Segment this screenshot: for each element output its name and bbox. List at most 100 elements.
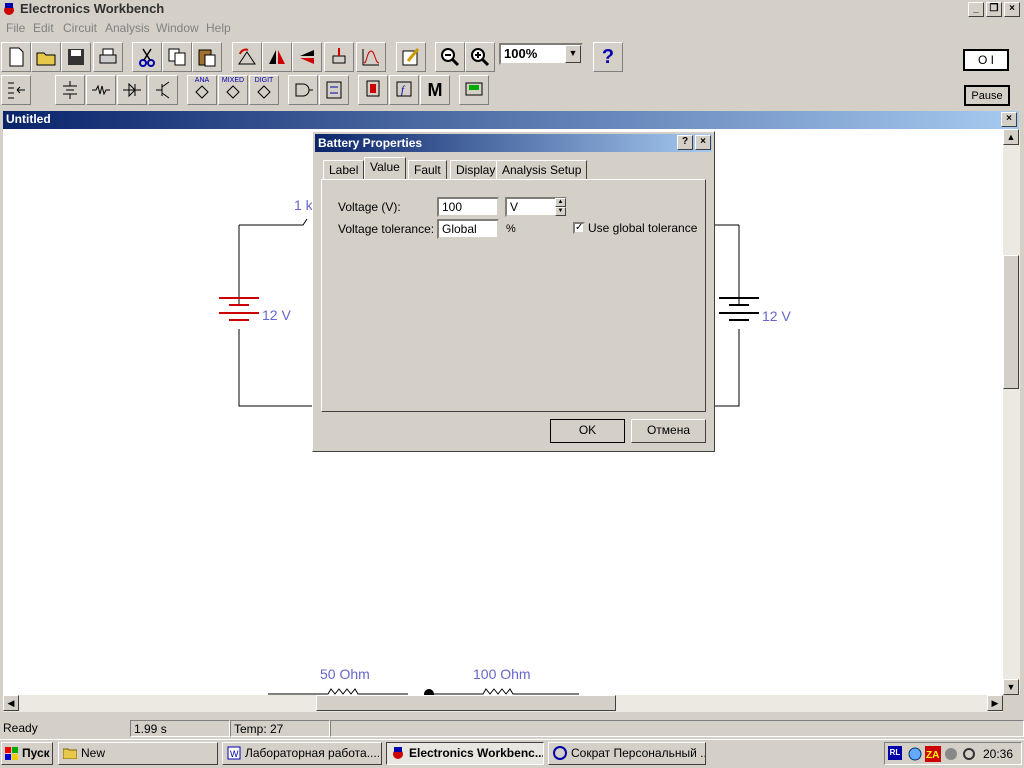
graph-button[interactable] bbox=[356, 42, 386, 72]
voltage-unit-spinner[interactable]: ▲ ▼ bbox=[555, 198, 566, 216]
restore-button[interactable]: ❐ bbox=[986, 2, 1002, 17]
rotate-button[interactable] bbox=[232, 42, 262, 72]
paste-button[interactable] bbox=[192, 42, 222, 72]
description-button[interactable] bbox=[396, 42, 426, 72]
settings-tray-icon[interactable] bbox=[961, 746, 977, 762]
digit-label: DIGIT bbox=[254, 77, 274, 84]
paste-icon bbox=[198, 49, 216, 67]
diodes-bin-button[interactable] bbox=[117, 75, 147, 105]
controls-bin-button[interactable]: f bbox=[389, 75, 419, 105]
help-button[interactable]: ? bbox=[593, 42, 623, 72]
new-button[interactable] bbox=[1, 42, 31, 72]
menu-circuit[interactable]: Circuit bbox=[63, 21, 97, 35]
power-switch[interactable]: O I bbox=[963, 49, 1009, 71]
antivirus-icon[interactable] bbox=[943, 746, 959, 762]
tolerance-value: Global bbox=[442, 222, 477, 236]
spin-down-icon[interactable]: ▼ bbox=[555, 207, 566, 216]
flip-vertical-button[interactable] bbox=[292, 42, 322, 72]
horizontal-scrollbar[interactable]: ◀ ▶ bbox=[3, 695, 1003, 712]
scroll-down-button[interactable]: ▼ bbox=[1003, 679, 1019, 695]
start-button[interactable]: Пуск bbox=[1, 742, 53, 765]
vertical-scrollbar[interactable]: ▲ ▼ bbox=[1003, 129, 1020, 695]
task-sokrat[interactable]: Сократ Персональный ... bbox=[548, 742, 706, 765]
function-icon: f bbox=[396, 81, 412, 97]
scroll-left-button[interactable]: ◀ bbox=[3, 695, 19, 711]
misc-bin-button[interactable]: M bbox=[420, 75, 450, 105]
document-close-button[interactable]: × bbox=[1001, 112, 1017, 127]
tab-value[interactable]: Value bbox=[364, 157, 406, 179]
digital-ics-bin-button[interactable]: DIGIT bbox=[249, 75, 279, 105]
diode-icon bbox=[123, 82, 141, 98]
task-new[interactable]: New bbox=[58, 742, 218, 765]
taskbar: Пуск New W Лабораторная работа.... Elect… bbox=[0, 739, 1024, 768]
voltage-input[interactable]: 100 bbox=[437, 197, 499, 217]
network-icon[interactable] bbox=[907, 746, 923, 762]
app-title: Electronics Workbench bbox=[20, 1, 165, 16]
horizontal-scroll-thumb[interactable] bbox=[316, 695, 616, 711]
start-label: Пуск bbox=[22, 746, 50, 760]
zonealarm-icon[interactable]: ZA bbox=[925, 746, 941, 762]
graph-icon bbox=[362, 49, 380, 66]
tab-label[interactable]: Label bbox=[323, 160, 365, 179]
subcircuit-button[interactable] bbox=[324, 42, 354, 72]
scroll-right-button[interactable]: ▶ bbox=[987, 695, 1003, 711]
mixed-ics-bin-button[interactable]: MIXED bbox=[218, 75, 248, 105]
indicators-bin-button[interactable] bbox=[358, 75, 388, 105]
zoom-out-button[interactable] bbox=[435, 42, 465, 72]
menu-analysis[interactable]: Analysis bbox=[105, 21, 150, 35]
tab-analysis-setup[interactable]: Analysis Setup bbox=[496, 160, 588, 179]
tolerance-input[interactable]: Global bbox=[437, 219, 499, 239]
spin-up-icon[interactable]: ▲ bbox=[555, 198, 566, 207]
folder-icon bbox=[63, 748, 77, 759]
menu-help[interactable]: Help bbox=[206, 21, 231, 35]
language-indicator[interactable]: RL bbox=[888, 746, 902, 760]
battery-icon bbox=[63, 81, 77, 99]
cut-button[interactable] bbox=[132, 42, 162, 72]
minimize-button[interactable]: _ bbox=[968, 2, 984, 17]
flip-horizontal-button[interactable] bbox=[262, 42, 292, 72]
save-icon bbox=[68, 49, 84, 65]
analog-ics-bin-button[interactable]: ANA bbox=[187, 75, 217, 105]
save-button[interactable] bbox=[61, 42, 91, 72]
cancel-button[interactable]: Отмена bbox=[631, 419, 706, 443]
app-logo-icon bbox=[4, 3, 14, 15]
pause-button[interactable]: Pause bbox=[964, 85, 1010, 106]
close-button[interactable]: × bbox=[1004, 2, 1020, 17]
zoom-in-button[interactable] bbox=[465, 42, 495, 72]
menu-edit[interactable]: Edit bbox=[33, 21, 54, 35]
favorites-bin-button[interactable] bbox=[1, 75, 31, 105]
indicator-icon bbox=[366, 80, 380, 97]
task-electronics-workbench[interactable]: Electronics Workbenc... bbox=[386, 742, 544, 765]
open-button[interactable] bbox=[31, 42, 61, 72]
menu-file[interactable]: File bbox=[6, 21, 25, 35]
flip-horizontal-icon bbox=[269, 50, 285, 64]
task-lab-work[interactable]: W Лабораторная работа.... bbox=[222, 742, 382, 765]
chevron-down-icon[interactable]: ▼ bbox=[565, 45, 581, 63]
transistors-bin-button[interactable] bbox=[148, 75, 178, 105]
ewb-icon bbox=[393, 747, 403, 759]
dialog-close-button[interactable]: × bbox=[695, 135, 711, 150]
scroll-up-button[interactable]: ▲ bbox=[1003, 129, 1019, 145]
logic-gates-bin-button[interactable] bbox=[288, 75, 318, 105]
menu-window[interactable]: Window bbox=[156, 21, 199, 35]
global-tolerance-label: Use global tolerance bbox=[588, 221, 698, 235]
ok-button[interactable]: OK bbox=[550, 419, 625, 443]
tab-display[interactable]: Display bbox=[450, 160, 502, 179]
sources-bin-button[interactable] bbox=[55, 75, 85, 105]
vertical-scroll-thumb[interactable] bbox=[1003, 255, 1019, 389]
favorites-icon bbox=[8, 82, 25, 99]
digital-bin-button[interactable] bbox=[319, 75, 349, 105]
voltage-label: Voltage (V): bbox=[338, 200, 401, 214]
print-button[interactable] bbox=[93, 42, 123, 72]
task-new-label: New bbox=[81, 746, 106, 760]
instruments-bin-button[interactable] bbox=[459, 75, 489, 105]
resistor-icon bbox=[92, 84, 110, 96]
copy-button[interactable] bbox=[162, 42, 192, 72]
tab-fault[interactable]: Fault bbox=[408, 160, 447, 179]
dialog-help-button[interactable]: ? bbox=[677, 135, 693, 150]
document-title: Untitled bbox=[6, 112, 51, 126]
status-temp: Temp: 27 bbox=[230, 720, 330, 737]
basic-bin-button[interactable] bbox=[86, 75, 116, 105]
global-tolerance-checkbox[interactable]: ✓ bbox=[573, 222, 585, 234]
pause-label: Pause bbox=[971, 90, 1003, 102]
